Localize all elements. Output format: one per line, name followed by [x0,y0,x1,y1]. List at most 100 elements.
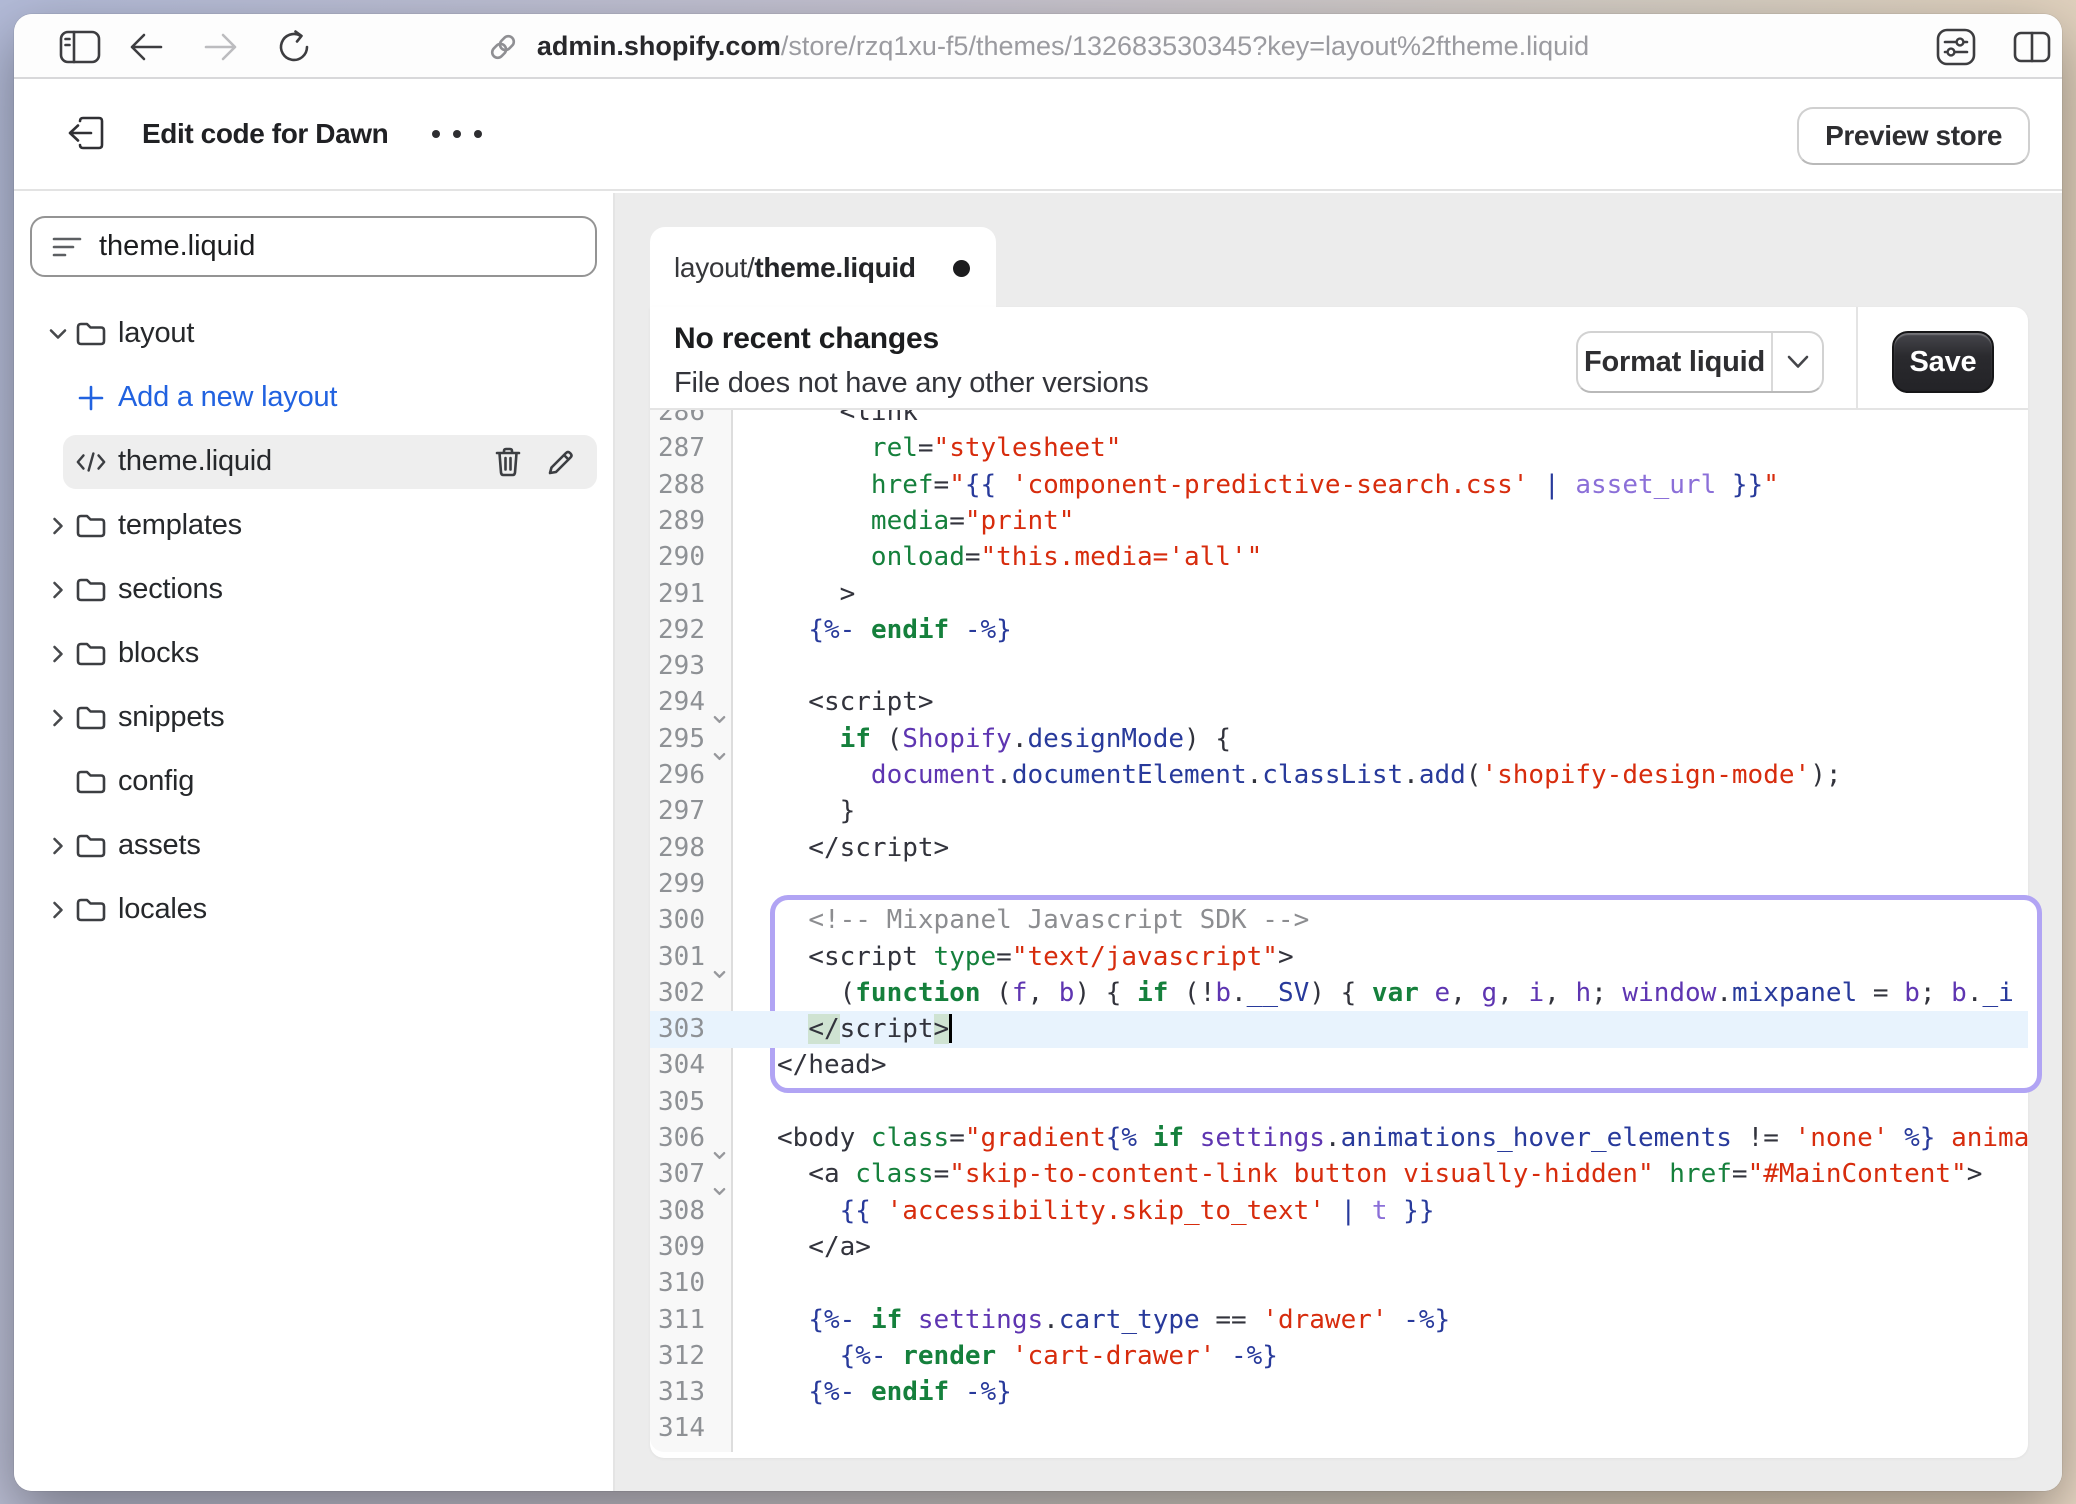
code-line-305[interactable]: 305 [650,1084,2028,1120]
sidebar-item-snippets[interactable]: snippets [14,691,613,744]
url-domain: admin.shopify.com [537,31,781,61]
chevron-right-icon[interactable] [45,563,71,616]
code-line-310[interactable]: 310 [650,1265,2028,1301]
code-text: {{ 'accessibility.skip_to_text' | t }} [777,1193,1434,1229]
format-liquid-button[interactable]: Format liquid [1576,331,1824,393]
code-line-296[interactable]: 296 document.documentElement.classList.a… [650,757,2028,793]
item-label: locales [118,883,207,936]
split-view-icon[interactable] [2006,14,2058,79]
chevron-right-icon[interactable] [45,627,71,680]
browser-window: admin.shopify.com/store/rzq1xu-f5/themes… [14,14,2062,1491]
folder-icon [75,691,107,744]
fold-chevron-icon[interactable] [713,1136,726,1149]
exit-icon[interactable] [60,107,112,159]
line-number: 314 [650,1410,705,1446]
file-search-input[interactable]: theme.liquid [30,216,597,277]
code-line-303[interactable]: 303 </script> [650,1011,2028,1047]
sidebar-item-locales[interactable]: locales [14,883,613,936]
code-line-294[interactable]: 294 <script> [650,684,2028,720]
item-label: templates [118,499,242,552]
item-label: blocks [118,627,199,680]
code-line-306[interactable]: 306<body class="gradient{% if settings.a… [650,1120,2028,1156]
save-button[interactable]: Save [1892,331,1994,393]
url-path: /store/rzq1xu-f5/themes/132683530345?key… [781,31,1589,61]
code-line-300[interactable]: 300 <!-- Mixpanel Javascript SDK --> [650,902,2028,938]
preview-store-button[interactable]: Preview store [1797,107,2030,165]
line-number: 290 [650,539,705,575]
code-line-313[interactable]: 313 {%- endif -%} [650,1374,2028,1410]
line-number: 297 [650,793,705,829]
chevron-right-icon[interactable] [45,819,71,872]
code-line-295[interactable]: 295 if (Shopify.designMode) { [650,721,2028,757]
code-editor[interactable]: 286 <link287 rel="stylesheet"288 href="{… [650,410,2028,1452]
file-sidebar: theme.liquid layout Add a new layout theme… [14,193,615,1491]
plus-icon [75,371,107,424]
folder-icon [75,563,107,616]
fold-chevron-icon[interactable] [713,737,726,750]
code-line-291[interactable]: 291 > [650,576,2028,612]
fold-chevron-icon[interactable] [713,1172,726,1185]
changes-subtitle: File does not have any other versions [674,367,1149,400]
folder-icon [75,819,107,872]
line-number: 310 [650,1265,705,1301]
code-line-299[interactable]: 299 [650,866,2028,902]
chevron-right-icon[interactable] [45,883,71,936]
code-line-293[interactable]: 293 [650,648,2028,684]
code-line-314[interactable]: 314 [650,1410,2028,1446]
format-liquid-label: Format liquid [1578,333,1771,391]
line-number: 305 [650,1084,705,1120]
code-line-309[interactable]: 309 </a> [650,1229,2028,1265]
code-line-307[interactable]: 307 <a class="skip-to-content-link butto… [650,1156,2028,1192]
pencil-icon[interactable] [547,448,575,476]
fold-chevron-icon[interactable] [713,955,726,968]
code-line-287[interactable]: 287 rel="stylesheet" [650,430,2028,466]
code-line-289[interactable]: 289 media="print" [650,503,2028,539]
sidebar-item-add-a-new-layout[interactable]: Add a new layout [14,371,613,424]
sidebar-item-layout[interactable]: layout [14,307,613,360]
sidebar-item-blocks[interactable]: blocks [14,627,613,680]
sidebar-item-config[interactable]: config [14,755,613,808]
code-line-290[interactable]: 290 onload="this.media='all'" [650,539,2028,575]
sidebar-item-templates[interactable]: templates [14,499,613,552]
code-text: <body class="gradient{% if settings.anim… [777,1120,2028,1156]
code-text: <script type="text/javascript"> [777,939,1294,975]
fold-chevron-icon[interactable] [713,700,726,713]
code-text: {%- if settings.cart_type == 'drawer' -%… [777,1302,1450,1338]
code-line-312[interactable]: 312 {%- render 'cart-drawer' -%} [650,1338,2028,1374]
chevron-down-icon[interactable] [45,307,71,360]
browser-toolbar: admin.shopify.com/store/rzq1xu-f5/themes… [14,14,2062,79]
code-line-297[interactable]: 297 } [650,793,2028,829]
address-bar[interactable]: admin.shopify.com/store/rzq1xu-f5/themes… [14,14,2062,79]
trash-icon[interactable] [495,447,521,477]
editor-panel-header: No recent changes File does not have any… [650,307,2028,410]
line-number: 289 [650,503,705,539]
page-settings-icon[interactable] [1930,14,1982,79]
code-line-308[interactable]: 308 {{ 'accessibility.skip_to_text' | t … [650,1193,2028,1229]
sidebar-item-assets[interactable]: assets [14,819,613,872]
changes-title: No recent changes [674,322,939,356]
code-line-301[interactable]: 301 <script type="text/javascript"> [650,939,2028,975]
sidebar-item-sections[interactable]: sections [14,563,613,616]
editor-main: layout/theme.liquid No recent changes Fi… [615,193,2062,1491]
chevron-down-icon[interactable] [1771,333,1822,391]
chevron-right-icon[interactable] [45,691,71,744]
code-line-286[interactable]: 286 <link [650,410,2028,430]
line-number: 311 [650,1302,705,1338]
tab-theme-liquid[interactable]: layout/theme.liquid [650,227,996,309]
code-line-288[interactable]: 288 href="{{ 'component-predictive-searc… [650,467,2028,503]
ellipsis-icon[interactable] [432,79,482,189]
line-number: 302 [650,975,705,1011]
page-title: Edit code for Dawn [142,79,388,189]
code-line-311[interactable]: 311 {%- if settings.cart_type == 'drawer… [650,1302,2028,1338]
code-line-292[interactable]: 292 {%- endif -%} [650,612,2028,648]
line-number: 293 [650,648,705,684]
chevron-right-icon[interactable] [45,499,71,552]
code-line-298[interactable]: 298 </script> [650,830,2028,866]
line-number: 295 [650,721,705,757]
code-text: <link [777,410,918,430]
code-line-304[interactable]: 304</head> [650,1047,2028,1083]
sidebar-item-theme-liquid[interactable]: theme.liquid [14,435,613,488]
code-line-302[interactable]: 302 (function (f, b) { if (!b.__SV) { va… [650,975,2028,1011]
code-line-315[interactable]: 315 {%- liquid [650,1447,2028,1452]
code-text: <a class="skip-to-content-link button vi… [777,1156,1982,1192]
